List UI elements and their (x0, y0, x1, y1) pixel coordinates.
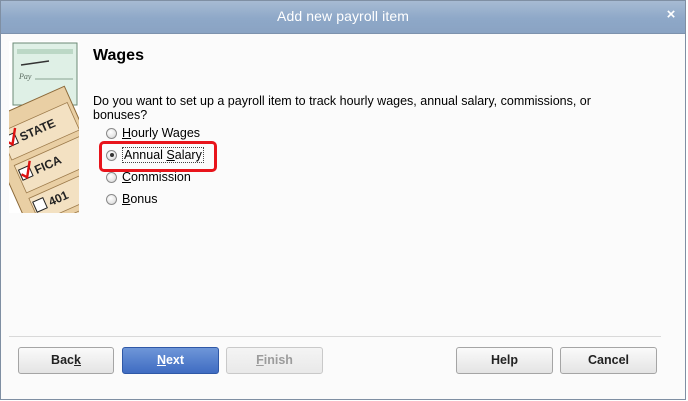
title-bar[interactable]: Add new payroll item × (1, 1, 685, 34)
back-button[interactable]: Back (18, 347, 114, 374)
radio-label: Commission (122, 170, 191, 184)
radio-button[interactable] (106, 193, 117, 205)
cancel-button[interactable]: Cancel (560, 347, 657, 374)
radio-button[interactable] (106, 127, 117, 139)
svg-text:Pay: Pay (18, 72, 32, 81)
radio-hourly-wages[interactable]: Hourly Wages (106, 125, 200, 141)
radio-button[interactable] (106, 171, 117, 183)
help-button[interactable]: Help (456, 347, 553, 374)
window-title: Add new payroll item (277, 8, 409, 24)
radio-label: Bonus (122, 192, 158, 206)
payroll-item-dialog: Add new payroll item × Pay STATE FICA 40… (0, 0, 686, 400)
question-text: Do you want to set up a payroll item to … (93, 94, 591, 122)
payroll-forms-illustration: Pay STATE FICA 401 FE (9, 41, 79, 213)
page-heading: Wages (93, 47, 144, 64)
radio-label: Hourly Wages (122, 126, 201, 140)
footer-divider (9, 336, 661, 337)
radio-bonus[interactable]: Bonus (106, 191, 157, 207)
finish-button[interactable]: Finish (226, 347, 323, 374)
next-button[interactable]: Next (122, 347, 219, 374)
selection-highlight-box (99, 141, 217, 172)
close-icon[interactable]: × (663, 7, 679, 23)
